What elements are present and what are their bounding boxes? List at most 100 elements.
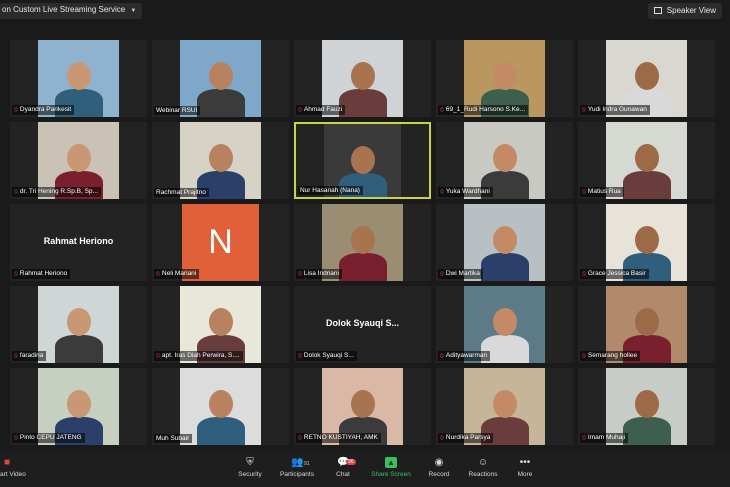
participant-name-label: ⦸ Yudi Indra Gunawan [580, 105, 650, 115]
meeting-toolbar: ■ art Video ⛨ Security 👥 91 Participants… [0, 452, 730, 487]
participant-name-label: ⦸ Grace Jessica Basir [580, 269, 649, 279]
mic-muted-icon: ⦸ [582, 107, 586, 113]
participant-name-label: Rachmat Prajitno [154, 188, 209, 197]
mic-muted-icon: ⦸ [298, 353, 302, 359]
participant-tile[interactable]: ⦸ Dyandra Parikesit [10, 40, 147, 117]
view-icon [653, 7, 662, 14]
participant-tile[interactable]: ⦸ faradina [10, 286, 147, 363]
participant-name: apt. Iras Diah Perwira, S.... [161, 352, 240, 359]
participant-tile[interactable]: ⦸ Semarang hollee [578, 286, 715, 363]
mic-muted-icon: ⦸ [440, 189, 444, 195]
person-silhouette [475, 204, 535, 281]
participant-name-label: ⦸ Pinto CEPU JATENG [12, 433, 85, 443]
participant-name-label: ⦸ Nurdika Parsya [438, 433, 494, 443]
participant-name-label: ⦸ Rahmat Heriono [12, 269, 71, 279]
participant-tile[interactable]: ⦸ Grace Jessica Basir [578, 204, 715, 281]
chat-badge: 96 [346, 459, 356, 465]
participant-name: faradina [19, 352, 44, 359]
participant-tile[interactable]: Dolok Syauqi S... ⦸ Dolok Syauqi S... [294, 286, 431, 363]
participant-name: Nur Hasanah (Nana) [300, 187, 360, 194]
participant-tile[interactable]: Rahmat Heriono ⦸ Rahmat Heriono [10, 204, 147, 281]
participant-name-label: ⦸ RETNO KUSTIYAH, AMK [296, 433, 381, 443]
meeting-title[interactable]: on Custom Live Streaming Service ▼ [0, 3, 143, 19]
participant-tile[interactable]: ⦸ Imam Muhaji [578, 368, 715, 445]
participant-name: Nurdika Parsya [445, 434, 491, 441]
participant-name: Imam Muhaji [587, 434, 626, 441]
participant-name: Yuka Wardhani [445, 188, 490, 195]
participant-name: Neli Mariani [161, 270, 197, 277]
record-icon: ◉ [434, 457, 444, 468]
mic-muted-icon: ⦸ [582, 189, 586, 195]
person-silhouette [617, 122, 677, 199]
participant-name: Dwi Martika [445, 270, 480, 277]
person-silhouette [191, 368, 251, 445]
record-button[interactable]: ◉ Record [414, 457, 464, 478]
participant-tile[interactable]: ⦸ Yuka Wardhani [436, 122, 573, 199]
participants-button[interactable]: 👥 91 Participants [272, 457, 322, 478]
start-video-label: art Video [0, 471, 26, 478]
participant-tile[interactable]: Muh Subair [152, 368, 289, 445]
mic-muted-icon: ⦸ [298, 107, 302, 113]
mic-muted-icon: ⦸ [14, 189, 18, 195]
participant-name-label: ⦸ Adityawarman [438, 351, 491, 361]
person-silhouette [49, 286, 109, 363]
participant-tile[interactable]: ⦸ Dwi Martika [436, 204, 573, 281]
mic-muted-icon: ⦸ [582, 353, 586, 359]
participant-name-label: ⦸ Neli Mariani [154, 269, 200, 279]
security-button[interactable]: ⛨ Security [225, 457, 275, 478]
participant-name: Semarang hollee [587, 352, 638, 359]
participant-tile[interactable]: Rachmat Prajitno [152, 122, 289, 199]
share-screen-icon: ▲ [385, 457, 397, 468]
participant-name-label: ⦸ Lisa Indriani [296, 269, 342, 279]
shield-icon: ⛨ [246, 457, 254, 468]
participant-tile[interactable]: ⦸ Adityawarman [436, 286, 573, 363]
mic-muted-icon: ⦸ [298, 435, 302, 441]
mic-muted-icon: ⦸ [582, 435, 586, 441]
participant-tile[interactable]: ⦸ Ahmad Fauzi [294, 40, 431, 117]
participant-tile[interactable]: ⦸ Matius Rua [578, 122, 715, 199]
participant-tile[interactable]: ⦸ 69_1_Rudi Harsono S.Ke... [436, 40, 573, 117]
participant-name-label: ⦸ Matius Rua [580, 187, 624, 197]
participant-tile[interactable]: ⦸ Lisa Indriani [294, 204, 431, 281]
speaker-view-label: Speaker View [666, 6, 716, 15]
participant-name: Matius Rua [587, 188, 621, 195]
video-gallery: ⦸ Dyandra Parikesit Webinar RSUI ⦸ Ahmad Fau… [10, 40, 716, 445]
participant-tile[interactable]: ⦸ Pinto CEPU JATENG [10, 368, 147, 445]
smiley-icon: ☺ [477, 457, 489, 468]
participant-name: RETNO KUSTIYAH, AMK [303, 434, 378, 441]
participant-name-label: ⦸ Dyandra Parikesit [12, 105, 75, 115]
participant-name: Grace Jessica Basir [587, 270, 646, 277]
participant-name-label: Webinar RSUI [154, 106, 201, 115]
share-screen-button[interactable]: ▲ Share Screen [366, 457, 416, 478]
speaker-view-button[interactable]: Speaker View [647, 3, 722, 19]
participant-display-name: Dolok Syauqi S... [325, 318, 399, 328]
participant-tile[interactable]: ⦸ Yudi Indra Gunawan [578, 40, 715, 117]
participant-name: Webinar RSUI [156, 107, 198, 114]
more-button[interactable]: ••• More [500, 457, 550, 478]
mic-muted-icon: ⦸ [14, 435, 18, 441]
participant-tile[interactable]: Nur Hasanah (Nana) [294, 122, 431, 199]
participant-tile[interactable]: ⦸ apt. Iras Diah Perwira, S.... [152, 286, 289, 363]
people-icon: 👥 [291, 457, 304, 468]
chat-button[interactable]: 💬 96 Chat [318, 457, 368, 478]
participant-tile[interactable]: ⦸ dr. Tri Hening R.Sp.B, Sp... [10, 122, 147, 199]
video-off-icon: ■ [4, 457, 11, 468]
participant-tile[interactable]: ⦸ Nurdika Parsya [436, 368, 573, 445]
participant-name: Yudi Indra Gunawan [587, 106, 647, 113]
mic-muted-icon: ⦸ [440, 353, 444, 359]
mic-muted-icon: ⦸ [14, 107, 18, 113]
chevron-down-icon[interactable]: ▼ [130, 8, 136, 14]
security-label: Security [238, 471, 262, 478]
participant-name-label: ⦸ Ahmad Fauzi [296, 105, 346, 115]
participant-name: Pinto CEPU JATENG [19, 434, 82, 441]
mic-muted-icon: ⦸ [156, 353, 160, 359]
video-feed [38, 286, 119, 363]
start-video-button[interactable]: ■ art Video [0, 457, 30, 478]
participant-name: Adityawarman [445, 352, 488, 359]
participant-tile[interactable]: Webinar RSUI [152, 40, 289, 117]
mic-muted-icon: ⦸ [298, 271, 302, 277]
participant-name-label: ⦸ 69_1_Rudi Harsono S.Ke... [438, 105, 529, 115]
participant-tile[interactable]: N ⦸ Neli Mariani [152, 204, 289, 281]
participant-tile[interactable]: ⦸ RETNO KUSTIYAH, AMK [294, 368, 431, 445]
chat-label: Chat [336, 471, 350, 478]
